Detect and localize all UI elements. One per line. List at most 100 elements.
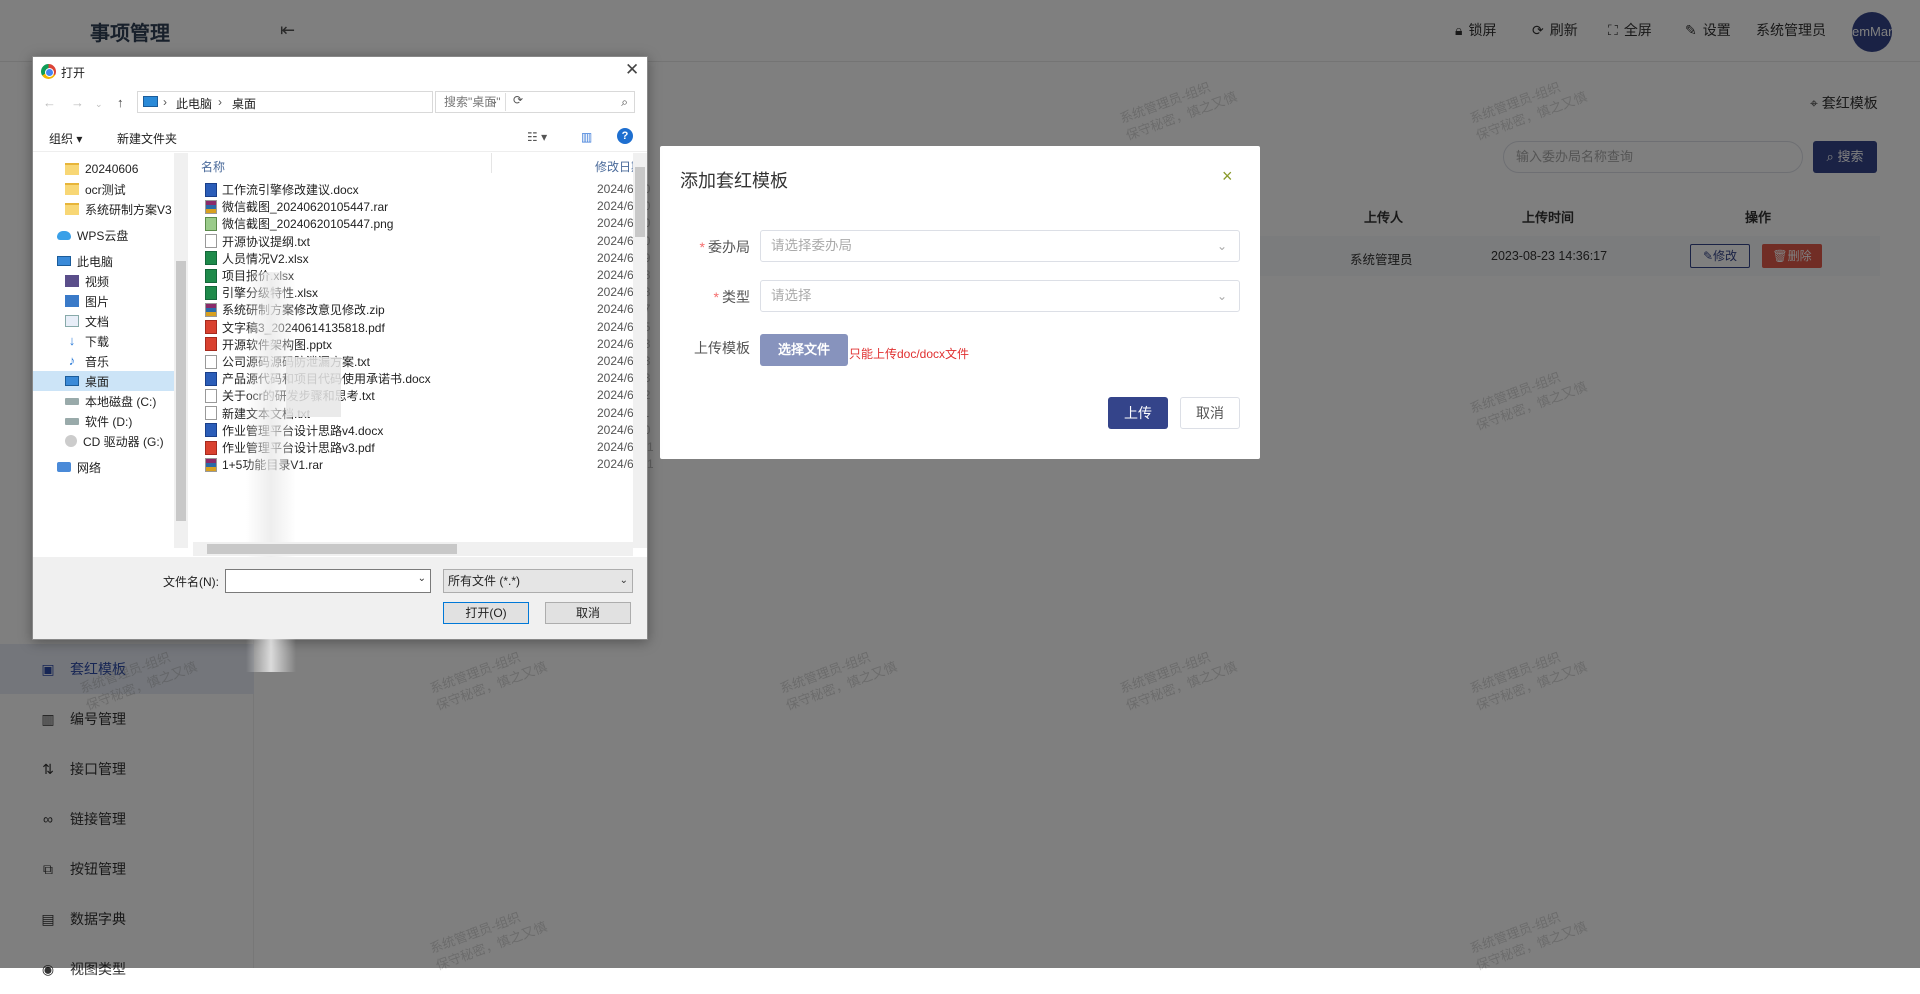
- close-icon[interactable]: ×: [1222, 166, 1233, 187]
- tree-item-label: 本地磁盘 (C:): [85, 394, 157, 409]
- back-icon[interactable]: ←: [43, 95, 56, 110]
- tree-item-this-pc[interactable]: 此电脑: [57, 251, 113, 271]
- recent-dropdown-icon[interactable]: ⌄: [95, 99, 103, 110]
- dialog-titlebar: 打开 ✕: [33, 57, 647, 85]
- file-type-icon: [205, 285, 217, 300]
- video-icon: [65, 275, 79, 287]
- search-input[interactable]: 搜索"桌面" ⌕: [435, 91, 635, 113]
- tree-item-drive-c[interactable]: 本地磁盘 (C:): [65, 391, 156, 411]
- organize-menu[interactable]: 组织 ▾: [49, 130, 82, 147]
- disk-icon: [65, 417, 79, 425]
- view-options-icon[interactable]: ☷ ▾: [527, 130, 547, 144]
- bureau-select[interactable]: 请选择委办局 ⌄: [760, 230, 1240, 262]
- breadcrumb-this-pc[interactable]: 此电脑: [176, 95, 212, 112]
- network-icon: [57, 462, 71, 472]
- open-button[interactable]: 打开(O): [443, 602, 529, 624]
- computer-icon: [143, 96, 158, 107]
- tree-item-wps-cloud[interactable]: WPS云盘: [57, 225, 128, 245]
- file-type-select[interactable]: 所有文件 (*.*) ⌄: [443, 569, 633, 593]
- upload-tip: 只能上传doc/docx文件: [849, 347, 970, 361]
- tree-item-music[interactable]: ♪ 音乐: [65, 351, 109, 371]
- tree-item-desktop[interactable]: 桌面: [33, 371, 174, 391]
- tree-item-label: 网络: [77, 460, 102, 475]
- chevron-right-icon: ›: [218, 95, 222, 109]
- chevron-down-icon: ⌄: [619, 575, 628, 586]
- filename-label: 文件名(N):: [163, 575, 219, 589]
- search-icon: ⌕: [621, 95, 628, 109]
- tree-item-label: 桌面: [85, 374, 110, 389]
- file-type-icon: [205, 268, 217, 283]
- file-list-scrollbar[interactable]: [633, 153, 647, 548]
- redaction-blur: [286, 357, 341, 417]
- help-icon[interactable]: ?: [617, 128, 633, 144]
- tree-item-documents[interactable]: 文档: [65, 311, 109, 331]
- tree-item-label: 文档: [85, 314, 110, 329]
- tree-scrollbar[interactable]: [174, 153, 188, 548]
- tree-item-folder-plan[interactable]: 系统研制方案V3: [65, 199, 172, 219]
- tree-item-folder-ocr[interactable]: ocr测试: [65, 179, 126, 199]
- new-folder-button[interactable]: 新建文件夹: [117, 130, 177, 147]
- picture-icon: [65, 295, 79, 307]
- tree-item-label: 音乐: [85, 354, 110, 369]
- tree-item-label: WPS云盘: [77, 228, 129, 243]
- choose-file-button[interactable]: 选择文件: [760, 334, 848, 366]
- cancel-button[interactable]: 取消: [1180, 397, 1240, 429]
- upload-label: 上传模板: [694, 340, 750, 356]
- tree-item-label: 下载: [85, 334, 110, 349]
- column-divider[interactable]: [491, 153, 492, 173]
- disk-icon: [65, 397, 79, 405]
- dialog-title: 打开: [61, 66, 86, 80]
- file-type-icon: [205, 371, 217, 386]
- navigation-pane: 20240606 ocr测试 系统研制方案V3 WPS云盘 此电脑 视频 图片 …: [33, 153, 188, 543]
- tree-item-drive-d[interactable]: 软件 (D:): [65, 411, 132, 431]
- type-select[interactable]: 请选择 ⌄: [760, 280, 1240, 312]
- chevron-down-icon[interactable]: ⌄: [418, 573, 426, 584]
- tree-item-label: 图片: [85, 294, 110, 309]
- file-type-icon: [205, 320, 217, 335]
- computer-icon: [57, 256, 71, 266]
- upload-button[interactable]: 上传: [1108, 397, 1168, 429]
- filename-input[interactable]: ⌄: [225, 569, 431, 593]
- scrollbar-thumb[interactable]: [176, 261, 186, 521]
- cd-drive-icon: [65, 435, 77, 447]
- chevron-down-icon: ⌄: [1216, 239, 1227, 253]
- file-type-icon: [205, 406, 217, 421]
- chevron-down-icon: ⌄: [1216, 289, 1227, 303]
- file-type-icon: [205, 234, 217, 249]
- tree-item-pictures[interactable]: 图片: [65, 291, 109, 311]
- dialog-title: 添加套红模板: [680, 171, 788, 191]
- type-label-text: 类型: [722, 289, 750, 305]
- file-list-hscrollbar[interactable]: [193, 542, 633, 556]
- file-type-icon: [205, 423, 217, 438]
- tree-item-drive-g[interactable]: CD 驱动器 (G:): [65, 431, 164, 451]
- tree-item-label: 20240606: [85, 162, 139, 176]
- scrollbar-thumb[interactable]: [635, 167, 645, 237]
- tree-item-label: 视频: [85, 274, 110, 289]
- chrome-icon: [41, 64, 56, 79]
- tree-item-network[interactable]: 网络: [57, 457, 101, 477]
- file-type-icon: [205, 216, 217, 231]
- tree-item-label: CD 驱动器 (G:): [83, 434, 164, 449]
- breadcrumb-desktop[interactable]: 桌面: [232, 95, 256, 112]
- scrollbar-thumb[interactable]: [207, 544, 457, 554]
- download-icon: ↓: [68, 333, 76, 348]
- file-type-icon: [205, 388, 217, 403]
- document-icon: [65, 315, 79, 327]
- tree-item-folder-20240606[interactable]: 20240606: [65, 159, 138, 179]
- up-icon[interactable]: ↑: [117, 95, 124, 110]
- search-placeholder: 搜索"桌面": [444, 95, 501, 109]
- close-icon[interactable]: ✕: [625, 60, 639, 80]
- bureau-label-text: 委办局: [708, 239, 750, 255]
- tree-item-downloads[interactable]: ↓ 下载: [65, 331, 109, 351]
- bureau-placeholder: 请选择委办局: [771, 238, 852, 253]
- folder-icon: [65, 183, 79, 195]
- forward-icon[interactable]: →: [71, 95, 84, 110]
- preview-pane-icon[interactable]: ▥: [581, 130, 592, 144]
- column-header-name[interactable]: 名称: [201, 158, 225, 175]
- type-placeholder: 请选择: [771, 288, 812, 303]
- cancel-button[interactable]: 取消: [545, 602, 631, 624]
- address-bar[interactable]: › 此电脑 › 桌面 ⌄ ⟳: [137, 91, 523, 113]
- chevron-right-icon: ›: [163, 95, 167, 109]
- tree-item-videos[interactable]: 视频: [65, 271, 109, 291]
- add-template-dialog: 添加套红模板 × * 委办局 请选择委办局 ⌄ * 类型 请选择 ⌄ 上传模板 选择文件…: [660, 146, 1260, 459]
